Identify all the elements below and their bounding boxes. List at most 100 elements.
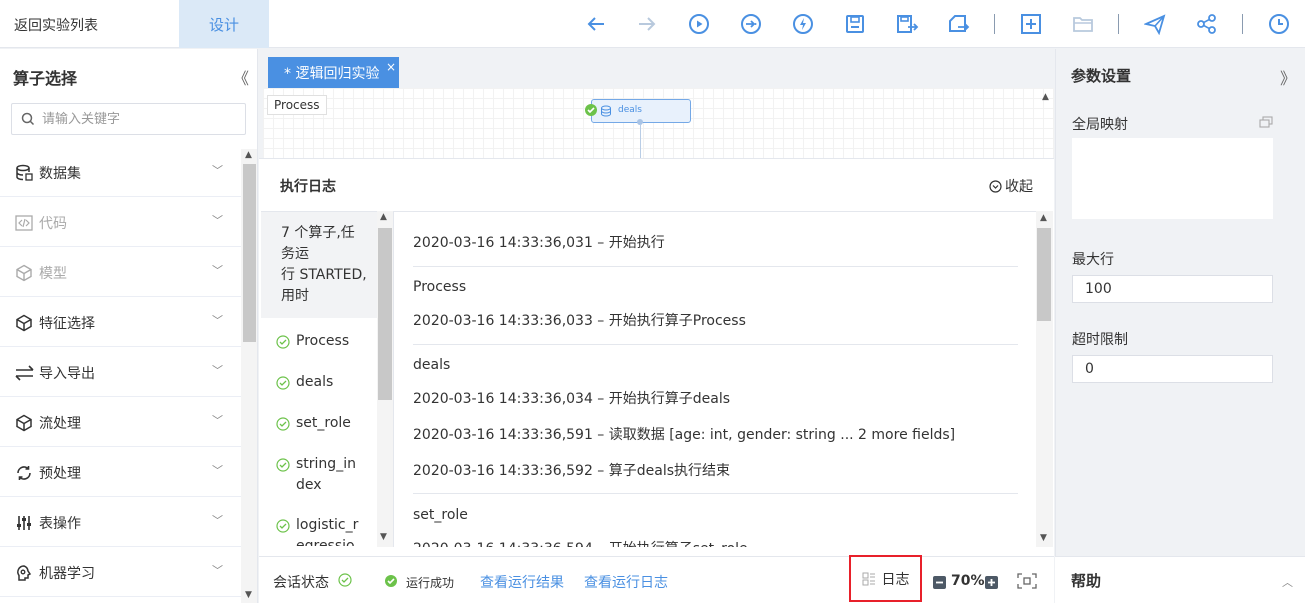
view-run-result-link[interactable]: 查看运行结果	[480, 572, 564, 592]
add-icon[interactable]	[1019, 12, 1043, 36]
collapse-right-panel-button[interactable]: 》	[1280, 65, 1296, 89]
lightning-icon[interactable]	[791, 12, 815, 36]
chevron-down-icon: ﹀	[212, 264, 223, 277]
export-icon[interactable]	[947, 12, 971, 36]
timeout-label: 超时限制	[1072, 332, 1128, 348]
chevron-down-icon: ﹀	[212, 514, 223, 527]
database-icon	[600, 105, 612, 117]
sliders-icon	[15, 514, 33, 532]
left-panel-scroll-thumb[interactable]	[243, 164, 256, 342]
copy-icon[interactable]	[1259, 116, 1273, 128]
timeout-input[interactable]	[1072, 355, 1273, 383]
share-icon[interactable]	[1195, 12, 1219, 36]
log-section-heading: deals	[413, 357, 451, 373]
zoom-level: 70%	[951, 573, 985, 589]
chevron-down-icon: ﹀	[212, 314, 223, 327]
operator-name: string_in	[296, 456, 356, 472]
fit-screen-icon[interactable]	[1017, 573, 1037, 589]
operator-item-string-index[interactable]: string_in dex	[276, 454, 356, 496]
category-preprocessing[interactable]: 预处理 ﹀	[0, 447, 241, 497]
operator-item-process[interactable]: Process	[276, 331, 349, 352]
log-content-scroll-thumb[interactable]	[1037, 228, 1051, 321]
save-icon[interactable]	[843, 12, 867, 36]
category-import-export[interactable]: 导入导出 ﹀	[0, 347, 241, 397]
category-model[interactable]: 模型 ﹀	[0, 247, 241, 297]
save-as-icon[interactable]	[895, 12, 919, 36]
status-line: 务运	[281, 246, 309, 262]
category-dataset[interactable]: 数据集 ﹀	[0, 147, 241, 197]
category-machine-learning[interactable]: 机器学习 ﹀	[0, 547, 241, 597]
cube-icon	[15, 414, 33, 432]
log-divider	[413, 266, 1018, 267]
check-circle-icon	[276, 335, 290, 349]
arrow-left-icon[interactable]	[584, 12, 608, 36]
chevron-up-icon[interactable]: ︿	[1282, 574, 1293, 590]
category-table-ops[interactable]: 表操作 ﹀	[0, 497, 241, 547]
run-success-icon	[385, 575, 397, 587]
chevron-down-circle-icon	[989, 179, 1002, 193]
scroll-down-arrow-icon[interactable]: ▼	[1040, 533, 1047, 543]
send-icon[interactable]	[1143, 12, 1167, 36]
run-status-text: 运行成功	[406, 576, 455, 590]
chevron-down-icon: ﹀	[212, 214, 223, 227]
category-label: 预处理	[39, 466, 81, 482]
operator-name: set_role	[296, 415, 351, 431]
chevron-down-icon: ﹀	[212, 364, 223, 377]
zoom-out-button[interactable]	[933, 576, 946, 589]
arrow-right-icon[interactable]	[635, 12, 659, 36]
process-label: Process	[267, 95, 327, 115]
operator-item-set-role[interactable]: set_role	[276, 413, 351, 434]
collapse-label: 收起	[1005, 179, 1033, 195]
max-rows-label: 最大行	[1072, 252, 1114, 268]
operator-item-logistic-regression[interactable]: logistic_r egressio	[276, 515, 358, 546]
log-toggle-button[interactable]: 日志	[849, 555, 922, 602]
log-line: 2020-03-16 14:33:36,033 – 开始执行算子Process	[413, 313, 746, 329]
check-circle-icon	[276, 376, 290, 390]
collapse-log-button[interactable]: 收起	[989, 176, 1033, 196]
check-circle-icon	[276, 458, 290, 472]
operator-name: deals	[296, 374, 334, 390]
tab-experiment[interactable]: * 逻辑回归实验	[268, 57, 399, 88]
chevron-down-icon: ﹀	[212, 464, 223, 477]
close-tab-icon[interactable]: ×	[386, 60, 396, 74]
play-icon[interactable]	[687, 12, 711, 36]
database-icon	[15, 164, 33, 182]
clock-icon[interactable]	[1267, 12, 1291, 36]
tab-design[interactable]: 设计	[179, 0, 269, 48]
global-map-editor[interactable]	[1072, 138, 1273, 219]
scroll-up-arrow-icon[interactable]: ▲	[1040, 213, 1047, 223]
brain-icon	[15, 564, 33, 582]
back-to-experiment-list-link[interactable]: 返回实验列表	[14, 15, 98, 35]
category-stream-processing[interactable]: 流处理 ﹀	[0, 397, 241, 447]
global-map-label: 全局映射	[1072, 117, 1128, 133]
operator-list-scroll-thumb[interactable]	[378, 228, 392, 400]
category-label: 代码	[39, 216, 67, 232]
scroll-down-arrow-icon[interactable]: ▼	[380, 532, 387, 542]
scroll-up-arrow-icon[interactable]: ▲	[380, 212, 387, 222]
category-feature-selection[interactable]: 特征选择 ﹀	[0, 297, 241, 347]
category-label: 特征选择	[39, 316, 95, 332]
scroll-up-arrow-icon[interactable]: ▲	[1042, 92, 1049, 102]
category-label: 机器学习	[39, 566, 95, 582]
search-icon	[21, 112, 35, 126]
scroll-up-arrow-icon[interactable]: ▲	[245, 150, 252, 160]
operator-name: egressio	[296, 538, 355, 546]
node-label: deals	[618, 105, 642, 115]
search-box[interactable]	[11, 103, 246, 135]
category-code[interactable]: 代码 ﹀	[0, 197, 241, 247]
view-run-log-link[interactable]: 查看运行日志	[584, 572, 668, 592]
zoom-in-button[interactable]	[985, 576, 998, 589]
max-rows-input[interactable]	[1072, 275, 1273, 303]
operator-item-deals[interactable]: deals	[276, 372, 333, 393]
collapse-left-panel-button[interactable]: 《	[233, 65, 249, 89]
folder-icon[interactable]	[1071, 12, 1095, 36]
scroll-down-arrow-icon[interactable]: ▼	[245, 590, 252, 600]
step-run-icon[interactable]	[739, 12, 763, 36]
log-section-heading: Process	[413, 279, 467, 295]
status-line: 行 STARTED,	[281, 267, 367, 283]
search-input[interactable]	[42, 109, 238, 129]
chevron-down-icon: ﹀	[212, 414, 223, 427]
cube-icon	[15, 264, 33, 282]
log-line: 2020-03-16 14:33:36,594 – 开始执行算子set_role	[413, 538, 748, 547]
log-line: 2020-03-16 14:33:36,591 – 读取数据 [age: int…	[413, 427, 956, 443]
